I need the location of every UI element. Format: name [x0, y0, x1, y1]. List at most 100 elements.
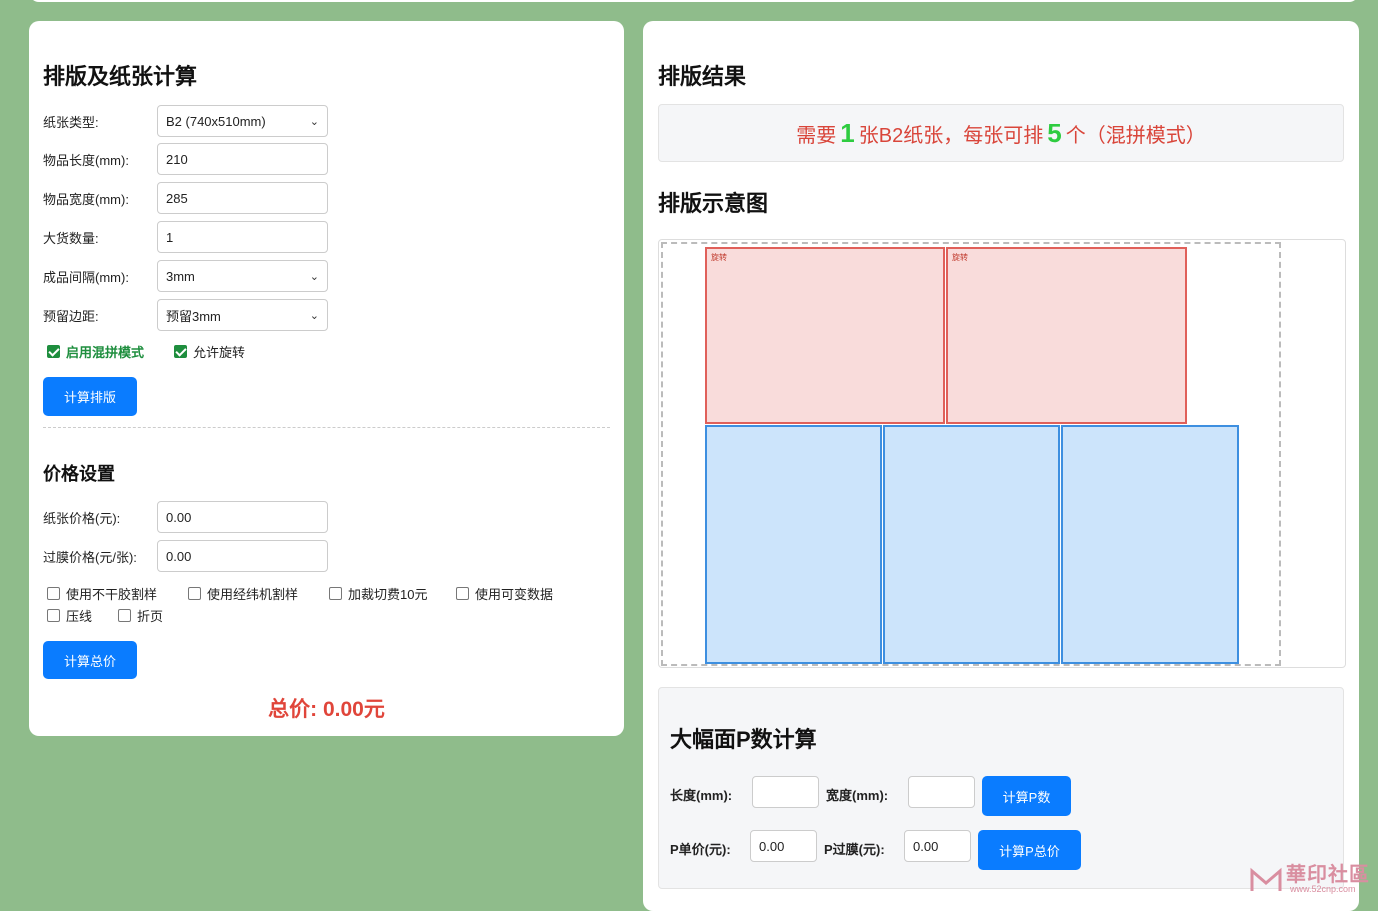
option-sticker-cut[interactable]: 使用不干胶割样	[47, 584, 157, 603]
result-suffix: 个（混拼模式）	[1065, 124, 1206, 147]
paper-price-row: 纸张价格(元): 0.00	[43, 501, 328, 533]
watermark-url: www.52cnp.com	[1290, 884, 1356, 894]
rotated-tag: 旋转	[711, 253, 727, 262]
item-width-label: 物品宽度(mm):	[43, 191, 129, 207]
checkbox-checked-icon	[47, 345, 60, 358]
gap-value: 3mm	[166, 268, 195, 284]
paper-type-label: 纸张类型:	[43, 114, 99, 130]
result-mid-text: 张B2纸张，每张可排	[858, 124, 1044, 147]
layout-result-panel: 排版结果 需要 1 张B2纸张，每张可排 5 个（混拼模式） 排版示意图 旋转 …	[643, 21, 1359, 911]
gap-select[interactable]: 3mm ⌄	[157, 260, 328, 292]
chevron-down-icon: ⌄	[309, 309, 319, 322]
quantity-value: 1	[166, 229, 174, 245]
paper-type-select[interactable]: B2 (740x510mm) ⌄	[157, 105, 328, 137]
option-label: 压线	[66, 609, 93, 624]
section-divider	[43, 427, 610, 428]
total-price: 总价: 0.00元	[268, 698, 385, 721]
quantity-label: 大货数量:	[43, 230, 99, 246]
lam-price-label: 过膜价格(元/张):	[43, 549, 137, 565]
option-plotter-cut[interactable]: 使用经纬机割样	[188, 584, 298, 603]
calc-layout-button[interactable]: 计算排版	[43, 377, 137, 416]
layout-calc-panel: 排版及纸张计算 纸张类型: B2 (740x510mm) ⌄ 物品长度(mm):…	[29, 21, 624, 736]
p-lam-input[interactable]: 0.00	[904, 830, 971, 862]
p-unit-price-label: P单价(元):	[670, 842, 731, 857]
paper-type-value: B2 (740x510mm)	[166, 113, 266, 129]
allow-rotate-checkbox[interactable]: 允许旋转	[174, 342, 245, 361]
item-length-input[interactable]: 210	[157, 143, 328, 175]
lam-price-row: 过膜价格(元/张): 0.00	[43, 540, 328, 572]
normal-piece	[705, 425, 882, 664]
option-label: 加裁切费10元	[348, 587, 428, 602]
item-width-row: 物品宽度(mm): 285	[43, 182, 328, 214]
checkbox-icon	[47, 609, 60, 622]
paper-price-value: 0.00	[166, 509, 192, 525]
p-unit-price-value: 0.00	[759, 838, 785, 854]
option-trim-fee[interactable]: 加裁切费10元	[329, 584, 427, 603]
gap-label: 成品间隔(mm):	[43, 269, 129, 285]
normal-piece	[883, 425, 1060, 664]
checkbox-icon	[329, 587, 342, 600]
option-label: 折页	[137, 609, 164, 624]
checkbox-icon	[118, 609, 131, 622]
quantity-row: 大货数量: 1	[43, 221, 328, 253]
lam-price-input[interactable]: 0.00	[157, 540, 328, 572]
calc-p-button[interactable]: 计算P数	[982, 776, 1071, 816]
chevron-down-icon: ⌄	[309, 115, 319, 128]
layout-calc-title: 排版及纸张计算	[43, 64, 198, 89]
option-fold[interactable]: 折页	[118, 606, 163, 625]
p-count-title: 大幅面P数计算	[670, 727, 817, 752]
margin-label: 预留边距:	[43, 308, 99, 324]
paper-type-row: 纸张类型: B2 (740x510mm) ⌄	[43, 105, 328, 137]
item-length-row: 物品长度(mm): 210	[43, 143, 328, 175]
watermark-icon	[1250, 867, 1282, 891]
result-sheet-count: 1	[840, 117, 855, 148]
checkbox-checked-icon	[174, 345, 187, 358]
lam-price-value: 0.00	[166, 548, 192, 564]
mix-mode-label: 启用混拼模式	[66, 345, 145, 360]
result-title: 排版结果	[658, 64, 747, 89]
p-lam-value: 0.00	[913, 838, 939, 854]
calc-p-total-button[interactable]: 计算P总价	[978, 830, 1081, 870]
option-label: 使用可变数据	[475, 587, 554, 602]
watermark-title: 華印社區	[1286, 864, 1370, 886]
option-label: 使用不干胶割样	[66, 587, 158, 602]
p-unit-price-input[interactable]: 0.00	[750, 830, 817, 862]
rotated-piece: 旋转	[946, 247, 1187, 424]
p-length-label: 长度(mm):	[670, 788, 733, 803]
p-count-section: 大幅面P数计算 长度(mm): 宽度(mm): 计算P数 P单价(元): 0.0…	[658, 687, 1344, 889]
chevron-down-icon: ⌄	[309, 270, 319, 283]
normal-piece	[1061, 425, 1239, 664]
paper-price-input[interactable]: 0.00	[157, 501, 328, 533]
item-width-input[interactable]: 285	[157, 182, 328, 214]
gap-row: 成品间隔(mm): 3mm ⌄	[43, 260, 328, 292]
result-prefix: 需要	[796, 124, 837, 147]
checkbox-icon	[47, 587, 60, 600]
p-length-input[interactable]	[752, 776, 819, 808]
option-crease[interactable]: 压线	[47, 606, 92, 625]
rotated-piece: 旋转	[705, 247, 945, 424]
top-card-edge	[29, 0, 1359, 2]
diagram-title: 排版示意图	[658, 191, 769, 216]
paper-price-label: 纸张价格(元):	[43, 510, 121, 526]
rotated-tag: 旋转	[952, 253, 968, 262]
layout-diagram: 旋转 旋转	[658, 239, 1346, 668]
p-width-label: 宽度(mm):	[826, 788, 889, 803]
result-summary: 需要 1 张B2纸张，每张可排 5 个（混拼模式）	[658, 104, 1344, 162]
checkbox-icon	[188, 587, 201, 600]
item-length-value: 210	[166, 151, 188, 167]
item-width-value: 285	[166, 190, 188, 206]
result-per-sheet-count: 5	[1047, 117, 1062, 148]
calc-total-button[interactable]: 计算总价	[43, 641, 137, 679]
p-width-input[interactable]	[908, 776, 975, 808]
p-lam-label: P过膜(元):	[824, 842, 885, 857]
watermark-logo: 華印社區 www.52cnp.com	[1248, 858, 1378, 897]
option-variable-data[interactable]: 使用可变数据	[456, 584, 553, 603]
mix-mode-checkbox[interactable]: 启用混拼模式	[47, 342, 144, 361]
price-settings-title: 价格设置	[43, 464, 115, 484]
quantity-input[interactable]: 1	[157, 221, 328, 253]
option-label: 使用经纬机割样	[207, 587, 299, 602]
item-length-label: 物品长度(mm):	[43, 152, 129, 168]
margin-value: 预留3mm	[166, 308, 221, 324]
margin-select[interactable]: 预留3mm ⌄	[157, 299, 328, 331]
paper-sheet: 旋转 旋转	[661, 242, 1281, 666]
